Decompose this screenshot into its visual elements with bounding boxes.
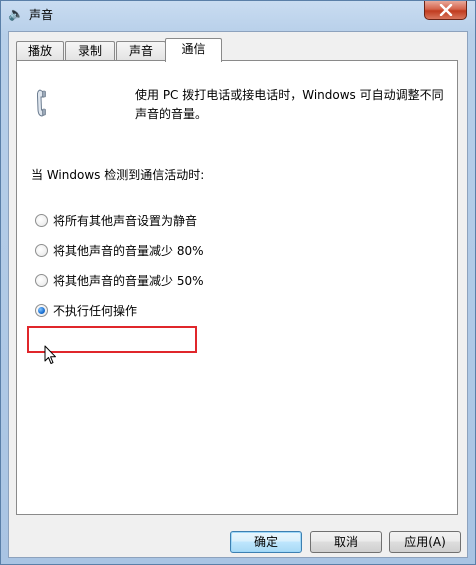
window-title: 声音 <box>29 8 54 22</box>
speaker-icon: 🔈 <box>8 7 25 22</box>
communications-panel: 使用 PC 拨打电话或接电话时，Windows 可自动调整不同 声音的音量。 当… <box>16 60 458 515</box>
apply-button[interactable]: 应用(A) <box>389 531 461 553</box>
radio-reduce-80[interactable] <box>35 244 48 257</box>
section-label: 当 Windows 检测到通信活动时: <box>31 168 205 182</box>
tab-communications[interactable]: 通信 <box>165 38 222 62</box>
description-line-2: 声音的音量。 <box>135 107 208 121</box>
radio-do-nothing[interactable] <box>35 304 48 317</box>
dialog-client-area: 播放 录制 声音 通信 使用 PC 拨打电话或接电话时，Windows 可自动调… <box>8 31 468 558</box>
tab-sounds[interactable]: 声音 <box>116 41 166 61</box>
radio-reduce-50[interactable] <box>35 274 48 287</box>
cancel-button[interactable]: 取消 <box>310 531 382 553</box>
option-label[interactable]: 不执行任何操作 <box>53 302 137 320</box>
description-text: 使用 PC 拨打电话或接电话时，Windows 可自动调整不同 声音的音量。 <box>135 86 453 124</box>
title-bar[interactable]: 🔈 声音 <box>1 1 475 31</box>
radio-selected-dot <box>38 307 45 314</box>
close-button[interactable] <box>424 1 467 20</box>
phone-icon <box>36 89 46 117</box>
sound-dialog-window: 🔈 声音 播放 录制 声音 通信 使用 PC 拨打电话或接电话时，Windows… <box>0 0 476 565</box>
tab-recording[interactable]: 录制 <box>65 41 115 61</box>
option-label[interactable]: 将所有其他声音设置为静音 <box>53 212 197 230</box>
radio-mute-all[interactable] <box>35 214 48 227</box>
mouse-cursor-icon <box>44 345 56 364</box>
option-label[interactable]: 将其他声音的音量减少 80% <box>53 242 204 260</box>
option-label[interactable]: 将其他声音的音量减少 50% <box>53 272 204 290</box>
ok-button[interactable]: 确定 <box>230 531 302 553</box>
tab-playback[interactable]: 播放 <box>16 41 64 61</box>
close-icon <box>439 4 453 16</box>
description-line-1: 使用 PC 拨打电话或接电话时，Windows 可自动调整不同 <box>135 88 444 102</box>
